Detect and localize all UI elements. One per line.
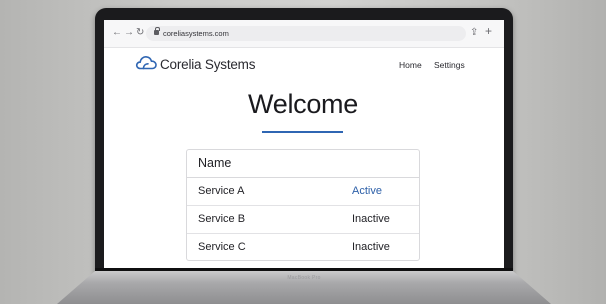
cloud-icon[interactable]: [135, 53, 158, 76]
services-table: Name Service A Active Service B Inactive…: [186, 149, 420, 261]
service-name: Service B: [198, 213, 246, 225]
back-arrow-icon[interactable]: ←: [112, 27, 122, 39]
url-text: coreliasystems.com: [163, 29, 229, 38]
nav-home-link[interactable]: Home: [399, 60, 422, 70]
status-badge: Inactive: [352, 213, 390, 225]
table-header: Name: [187, 150, 419, 178]
status-badge: Inactive: [352, 241, 390, 253]
address-bar[interactable]: coreliasystems.com: [146, 26, 466, 41]
table-row[interactable]: Service C Inactive: [187, 234, 419, 260]
column-header-name: Name: [198, 156, 232, 170]
site-header: Corelia Systems Home Settings: [104, 47, 504, 87]
table-row[interactable]: Service B Inactive: [187, 206, 419, 234]
browser-window: ← → ↻ coreliasystems.com ⇪ + Corelia Sys…: [104, 20, 504, 268]
title-underline: [262, 131, 343, 133]
share-icon[interactable]: ⇪: [470, 27, 478, 39]
brand-name[interactable]: Corelia Systems: [160, 57, 255, 73]
page-title: Welcome: [248, 89, 358, 119]
status-badge: Active: [352, 185, 382, 197]
table-row[interactable]: Service A Active: [187, 178, 419, 206]
forward-arrow-icon[interactable]: →: [124, 27, 134, 39]
service-name: Service C: [198, 241, 246, 253]
browser-toolbar: ← → ↻ coreliasystems.com ⇪ +: [104, 20, 504, 48]
new-tab-icon[interactable]: +: [485, 25, 492, 37]
reload-icon[interactable]: ↻: [136, 27, 144, 39]
lock-icon: [154, 27, 160, 35]
service-name: Service A: [198, 185, 245, 197]
nav-settings-link[interactable]: Settings: [434, 60, 465, 70]
device-model-label: MacBook Pro: [287, 275, 321, 281]
